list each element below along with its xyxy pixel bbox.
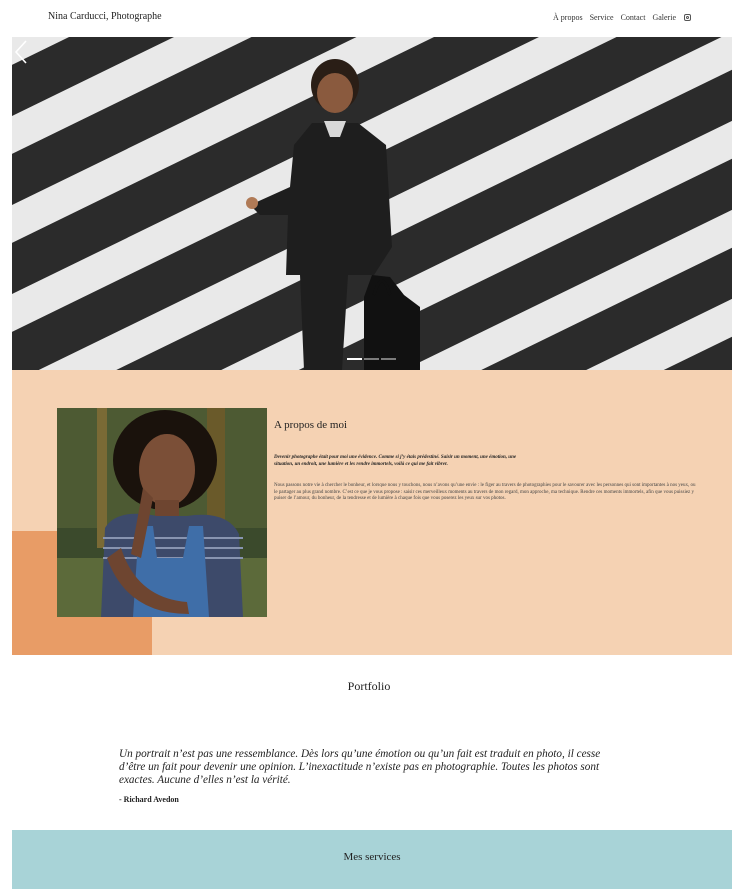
about-body-text: Nous passons notre vie à chercher le bon… — [274, 483, 696, 501]
portfolio-quote: Un portrait n’est pas une ressemblance. … — [119, 748, 601, 786]
services-section: Mes services — [12, 830, 732, 889]
hero-photo-crosswalk — [12, 37, 732, 370]
nav-link-about[interactable]: À propos — [553, 13, 583, 22]
instagram-icon[interactable] — [684, 14, 691, 21]
carousel-indicator-2[interactable] — [364, 358, 379, 360]
nav-link-gallery[interactable]: Galerie — [652, 13, 676, 22]
nav-link-service[interactable]: Service — [590, 13, 614, 22]
services-title: Mes services — [343, 851, 401, 863]
about-portrait-photo — [57, 408, 267, 617]
carousel-indicator-1[interactable] — [347, 358, 362, 360]
hero-carousel — [12, 37, 732, 370]
about-lead-text: Devenir photographe était pour moi une é… — [274, 455, 517, 467]
portfolio-title: Portfolio — [347, 679, 391, 693]
carousel-indicators — [347, 358, 396, 360]
chevron-left-icon[interactable] — [12, 37, 32, 67]
quote-author: - Richard Avedon — [119, 795, 179, 804]
site-title[interactable]: Nina Carducci, Photographe — [48, 11, 162, 22]
about-section: A propos de moi Devenir photographe étai… — [12, 370, 732, 655]
about-title: A propos de moi — [274, 419, 348, 431]
site-header: Nina Carducci, Photographe À propos Serv… — [0, 0, 738, 37]
main-nav: À propos Service Contact Galerie — [553, 13, 691, 22]
carousel-indicator-3[interactable] — [381, 358, 396, 360]
nav-link-contact[interactable]: Contact — [621, 13, 646, 22]
